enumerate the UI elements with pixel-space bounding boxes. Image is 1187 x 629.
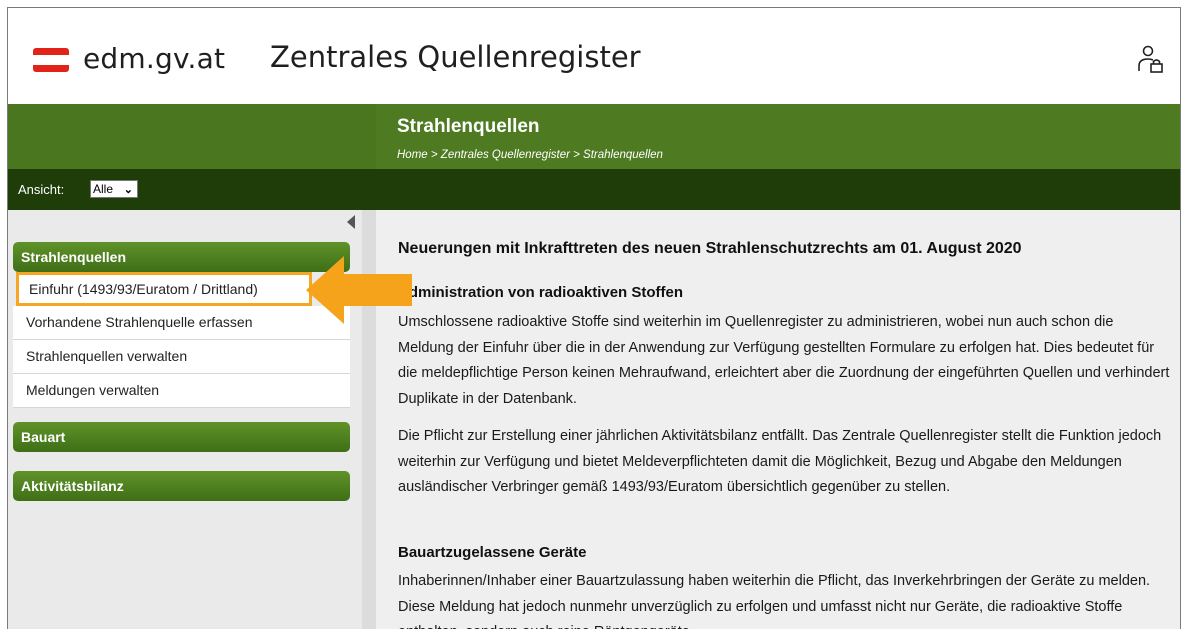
- site-header: edm.gv.at Zentrales Quellenregister: [8, 8, 1180, 104]
- breadcrumb: Home > Zentrales Quellenregister > Strah…: [397, 149, 663, 161]
- paragraph-aktivitaetsbilanz: Die Pflicht zur Erstellung einer jährlic…: [398, 428, 1162, 495]
- app-title: Zentrales Quellenregister: [270, 40, 641, 74]
- site-name[interactable]: edm.gv.at: [83, 42, 225, 75]
- nav-item-meldungen-verwalten[interactable]: Meldungen verwalten: [13, 374, 350, 408]
- paragraph-bauart: Inhaberinnen/Inhaber einer Bauartzulassu…: [398, 573, 1151, 629]
- annotation-arrow-icon: [306, 256, 412, 324]
- section-title-radioaktive-stoffe: Administration von radioaktiven Stoffen: [398, 284, 684, 301]
- chevron-down-icon: ⌄: [123, 184, 133, 196]
- content-heading: Neuerungen mit Inkrafttreten des neuen S…: [398, 240, 1022, 257]
- view-select-value: Alle: [93, 182, 114, 196]
- section-title-bauart: Bauartzugelassene Geräte: [398, 544, 587, 561]
- austria-flag-logo-icon[interactable]: [33, 48, 69, 72]
- nav-item-einfuhr[interactable]: Einfuhr (1493/93/Euratom / Drittland): [16, 272, 312, 306]
- view-bar: [8, 169, 1180, 210]
- app-frame: edm.gv.at Zentrales Quellenregister Stra…: [7, 7, 1181, 629]
- nav-item-strahlenquellen-verwalten[interactable]: Strahlenquellen verwalten: [13, 340, 350, 374]
- view-label: Ansicht:: [18, 182, 65, 197]
- breadcrumb-home[interactable]: Home: [397, 149, 428, 161]
- breadcrumb-register[interactable]: Zentrales Quellenregister: [441, 149, 570, 161]
- paragraph-radioaktive-stoffe: Umschlossene radioaktive Stoffe sind wei…: [398, 314, 1170, 407]
- nav-section-aktivitaetsbilanz[interactable]: Aktivitätsbilanz: [13, 471, 350, 501]
- user-account-icon[interactable]: [1137, 44, 1165, 74]
- nav-section-bauart[interactable]: Bauart: [13, 422, 350, 452]
- breadcrumb-current: Strahlenquellen: [583, 149, 663, 161]
- nav-item-strahlenquelle-erfassen[interactable]: Vorhandene Strahlenquelle erfassen: [13, 306, 350, 340]
- nav-section-strahlenquellen[interactable]: Strahlenquellen: [13, 242, 350, 272]
- collapse-sidebar-icon[interactable]: [347, 215, 355, 229]
- main-content: Neuerungen mit Inkrafttreten des neuen S…: [376, 210, 1180, 629]
- page-title: Strahlenquellen: [397, 116, 540, 137]
- view-select[interactable]: Alle ⌄: [90, 180, 138, 198]
